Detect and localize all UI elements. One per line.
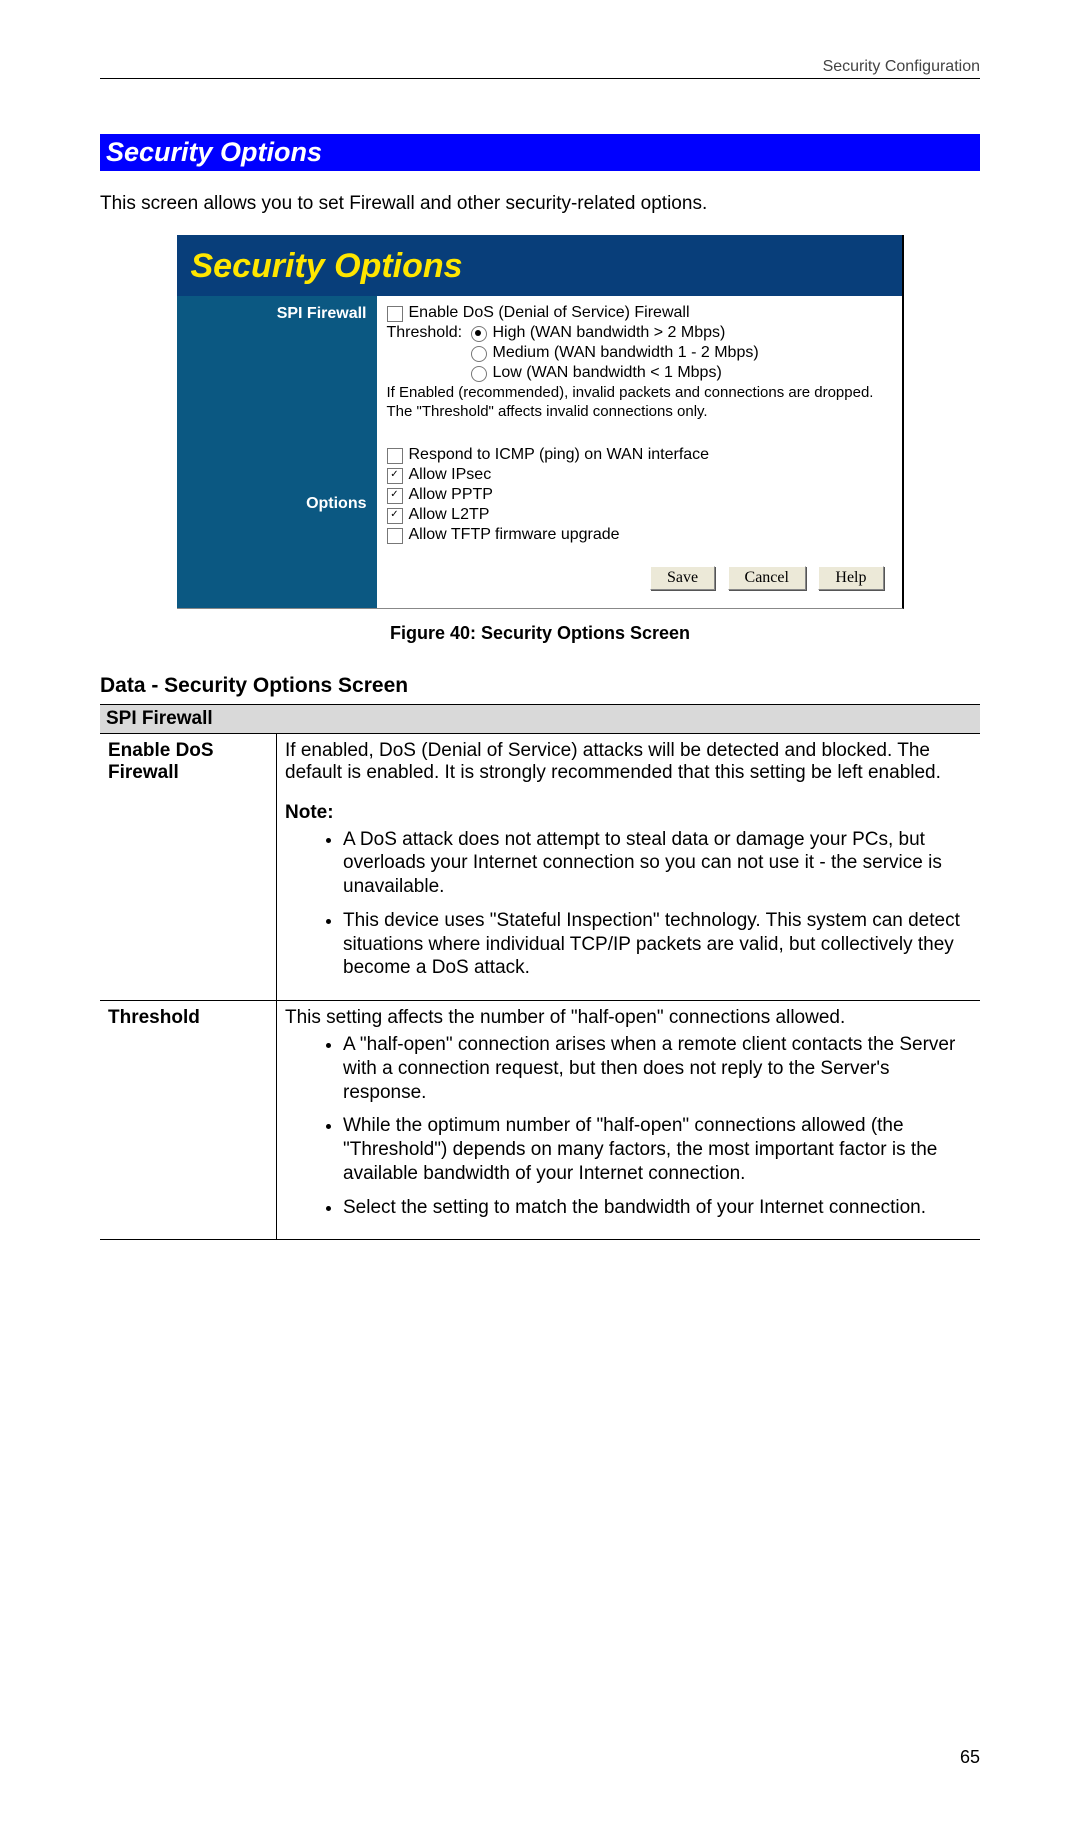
enable-dos-label: Enable DoS (Denial of Service) Firewall xyxy=(409,304,690,322)
row-desc-threshold: This setting affects the number of "half… xyxy=(277,1001,981,1240)
option-tftp-label: Allow TFTP firmware upgrade xyxy=(409,526,620,544)
row-label-threshold: Threshold xyxy=(100,1001,277,1240)
screenshot-title: Security Options xyxy=(177,235,902,296)
row-desc-text: This setting affects the number of "half… xyxy=(285,1007,972,1029)
checkbox-l2tp[interactable]: ✓ xyxy=(387,508,403,524)
screenshot-content: Enable DoS (Denial of Service) Firewall … xyxy=(377,296,902,608)
radio-medium[interactable] xyxy=(471,346,487,362)
screenshot: Security Options SPI Firewall Options En… xyxy=(177,235,904,609)
row-desc-text: If enabled, DoS (Denial of Service) atta… xyxy=(285,740,972,784)
radio-low[interactable] xyxy=(471,366,487,382)
radio-high[interactable] xyxy=(471,326,487,342)
checkbox-enable-dos[interactable] xyxy=(387,306,403,322)
note-label: Note: xyxy=(285,802,972,824)
option-icmp-label: Respond to ICMP (ping) on WAN interface xyxy=(409,446,710,464)
checkbox-icmp[interactable] xyxy=(387,448,403,464)
sidebar-label-spi: SPI Firewall xyxy=(177,304,367,324)
checkbox-tftp[interactable] xyxy=(387,528,403,544)
data-table: SPI Firewall Enable DoS Firewall If enab… xyxy=(100,704,980,1241)
sidebar-label-options: Options xyxy=(177,494,367,514)
row-desc-enable-dos: If enabled, DoS (Denial of Service) atta… xyxy=(277,733,981,1001)
cancel-button[interactable]: Cancel xyxy=(728,566,806,590)
option-pptp-label: Allow PPTP xyxy=(409,486,493,504)
help-button[interactable]: Help xyxy=(818,566,883,590)
option-l2tp-label: Allow L2TP xyxy=(409,506,490,524)
bullet-item: Select the setting to match the bandwidt… xyxy=(343,1196,972,1220)
bullet-item: A "half-open" connection arises when a r… xyxy=(343,1033,972,1104)
threshold-label: Threshold: xyxy=(387,324,471,342)
checkbox-ipsec[interactable]: ✓ xyxy=(387,468,403,484)
table-row: Enable DoS Firewall If enabled, DoS (Den… xyxy=(100,733,980,1001)
figure-caption: Figure 40: Security Options Screen xyxy=(100,623,980,644)
chapter-header: Security Configuration xyxy=(100,58,980,79)
spi-note: If Enabled (recommended), invalid packet… xyxy=(387,384,892,422)
bullet-item: This device uses "Stateful Inspection" t… xyxy=(343,909,972,980)
radio-low-label: Low (WAN bandwidth < 1 Mbps) xyxy=(493,364,722,382)
checkbox-pptp[interactable]: ✓ xyxy=(387,488,403,504)
row-label-enable-dos: Enable DoS Firewall xyxy=(100,733,277,1001)
section-title: Security Options xyxy=(100,134,980,171)
bullet-item: A DoS attack does not attempt to steal d… xyxy=(343,828,972,899)
section-title-text: Security Options xyxy=(106,137,322,167)
data-subhead: Data - Security Options Screen xyxy=(100,674,980,698)
screenshot-sidebar: SPI Firewall Options xyxy=(177,296,377,608)
option-ipsec-label: Allow IPsec xyxy=(409,466,492,484)
page-number: 65 xyxy=(960,1747,980,1768)
table-section-header: SPI Firewall xyxy=(100,704,980,733)
save-button[interactable]: Save xyxy=(650,566,715,590)
table-row: Threshold This setting affects the numbe… xyxy=(100,1001,980,1240)
radio-medium-label: Medium (WAN bandwidth 1 - 2 Mbps) xyxy=(493,344,759,362)
bullet-item: While the optimum number of "half-open" … xyxy=(343,1114,972,1185)
radio-high-label: High (WAN bandwidth > 2 Mbps) xyxy=(493,324,726,342)
intro-text: This screen allows you to set Firewall a… xyxy=(100,193,980,215)
